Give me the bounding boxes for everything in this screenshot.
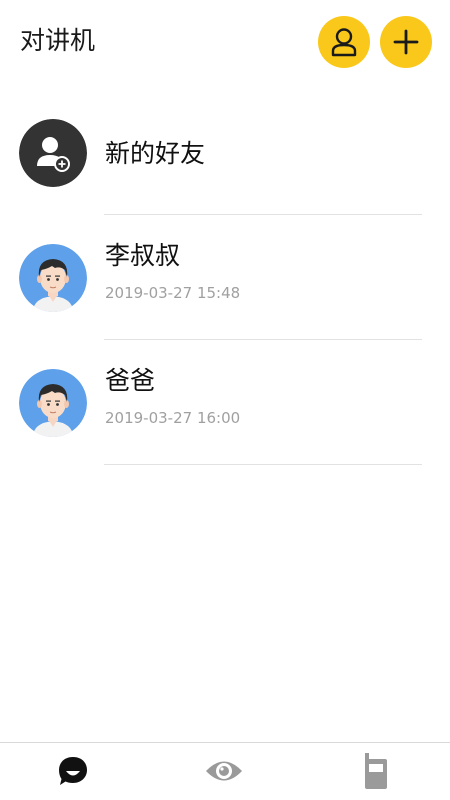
add-button[interactable] <box>380 16 432 68</box>
tab-device[interactable] <box>356 751 396 791</box>
contact-list: 新的好友 李叔叔 2019-03-27 15:48 爸爸 2019-03-27 … <box>0 90 450 465</box>
contact-timestamp: 2019-03-27 15:48 <box>105 284 241 302</box>
contact-item[interactable]: 李叔叔 2019-03-27 15:48 <box>0 215 450 340</box>
page-title: 对讲机 <box>20 26 96 55</box>
avatar <box>19 244 87 312</box>
contact-name: 李叔叔 <box>105 241 181 270</box>
walkie-talkie-icon <box>365 753 387 789</box>
tab-watch[interactable] <box>204 751 244 791</box>
plus-icon <box>393 29 419 55</box>
add-friend-icon <box>19 119 87 187</box>
contact-name: 爸爸 <box>105 366 156 395</box>
bottom-tab-bar <box>0 742 450 800</box>
tab-chat[interactable] <box>53 751 93 791</box>
walkie-talkie-app: 对讲机 新的好友 李叔叔 2019-03-27 15:48 爸爸 2019-03… <box>0 0 450 800</box>
chat-bubble-icon <box>59 757 87 785</box>
person-icon <box>331 28 357 57</box>
contact-timestamp: 2019-03-27 16:00 <box>105 409 241 427</box>
new-friend-item[interactable]: 新的好友 <box>0 90 450 215</box>
eye-icon <box>206 761 242 781</box>
divider <box>104 464 422 465</box>
contacts-button[interactable] <box>318 16 370 68</box>
contact-name: 新的好友 <box>105 139 206 168</box>
header: 对讲机 <box>0 0 450 86</box>
contact-item[interactable]: 爸爸 2019-03-27 16:00 <box>0 340 450 465</box>
avatar <box>19 369 87 437</box>
